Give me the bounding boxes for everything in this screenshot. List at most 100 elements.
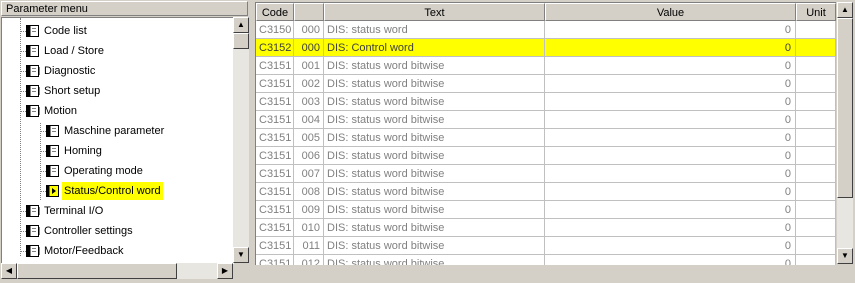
book-play-icon [46,185,59,197]
cell-code: C3151 [256,237,294,255]
tree-item-terminal-i-o[interactable]: +Terminal I/O [2,202,233,220]
table-row[interactable]: C3151 002 DIS: status word bitwise 0 [256,75,836,93]
table-row[interactable]: C3151 007 DIS: status word bitwise 0 [256,165,836,183]
cell-subindex: 000 [294,21,324,39]
cell-unit [796,147,836,165]
cell-subindex: 006 [294,147,324,165]
scroll-up-button[interactable]: ▲ [837,2,853,18]
cell-unit [796,111,836,129]
parameter-table[interactable]: Code Text Value Unit C3150 000 DIS: status… [255,2,836,265]
tree-item-code-list[interactable]: Code list [2,22,233,40]
table-row[interactable]: C3150 000 DIS: status word 0 [256,21,836,39]
table-row[interactable]: C3151 003 DIS: status word bitwise 0 [256,93,836,111]
cell-unit [796,219,836,237]
cell-text: DIS: status word bitwise [324,165,545,183]
cell-code: C3151 [256,93,294,111]
cell-text: DIS: Control word [324,39,545,57]
cell-code: C3150 [256,21,294,39]
cell-unit [796,183,836,201]
scroll-up-button[interactable]: ▲ [233,17,249,33]
book-icon [26,45,39,57]
table-row[interactable]: C3151 008 DIS: status word bitwise 0 [256,183,836,201]
cell-subindex: 003 [294,93,324,111]
cell-code: C3151 [256,165,294,183]
scroll-down-button[interactable]: ▼ [233,247,249,263]
scroll-thumb[interactable] [837,18,853,198]
tree-item-load-store[interactable]: Load / Store [2,42,233,60]
tree-item-maschine-parameter[interactable]: Maschine parameter [2,122,233,140]
table-row[interactable]: C3151 005 DIS: status word bitwise 0 [256,129,836,147]
cell-code: C3151 [256,111,294,129]
cell-code: C3151 [256,219,294,237]
table-row[interactable]: C3151 006 DIS: status word bitwise 0 [256,147,836,165]
tree-item-label: Motion [44,105,78,117]
cell-text: DIS: status word bitwise [324,183,545,201]
cell-code: C3151 [256,183,294,201]
scroll-thumb[interactable] [233,33,249,49]
table-vertical-scrollbar[interactable]: ▲ ▼ [837,2,853,264]
cell-code: C3151 [256,129,294,147]
cell-unit [796,237,836,255]
tree-item-label: Diagnostic [44,65,96,77]
tree-item-status-control-word[interactable]: Status/Control word [2,182,233,200]
cell-value: 0 [545,39,796,57]
scroll-thumb[interactable] [17,263,177,279]
cell-text: DIS: status word bitwise [324,129,545,147]
tree-item-motion[interactable]: −Motion [2,102,233,120]
scroll-right-button[interactable]: ▶ [217,263,233,279]
tree-item-operating-mode[interactable]: Operating mode [2,162,233,180]
tree-item-label: Controller settings [44,225,133,237]
tree-item-diagnostic[interactable]: +Diagnostic [2,62,233,80]
cell-text: DIS: status word bitwise [324,201,545,219]
cell-unit [796,165,836,183]
book-icon [46,125,59,137]
cell-text: DIS: status word bitwise [324,93,545,111]
table-row[interactable]: C3151 011 DIS: status word bitwise 0 [256,237,836,255]
cell-value: 0 [545,237,796,255]
table-row[interactable]: C3151 004 DIS: status word bitwise 0 [256,111,836,129]
cell-text: DIS: status word bitwise [324,111,545,129]
tree-item-label: Status/Control word [62,182,163,200]
cell-unit [796,201,836,219]
parameter-tree[interactable]: Code list Load / Store +Diagnostic +Short s… [1,17,234,264]
table-row[interactable]: C3151 001 DIS: status word bitwise 0 [256,57,836,75]
book-icon [46,145,59,157]
cell-subindex: 005 [294,129,324,147]
column-header-text[interactable]: Text [324,3,545,21]
cell-value: 0 [545,57,796,75]
column-header-unit[interactable]: Unit [796,3,836,21]
parameter-menu-header: Parameter menu [1,1,248,16]
cell-subindex: 007 [294,165,324,183]
cell-text: DIS: status word bitwise [324,75,545,93]
cell-value: 0 [545,93,796,111]
scroll-left-button[interactable]: ◀ [1,263,17,279]
table-row[interactable]: C3152 000 DIS: Control word 0 [256,39,836,57]
cell-code: C3152 [256,39,294,57]
table-row[interactable]: C3151 009 DIS: status word bitwise 0 [256,201,836,219]
tree-horizontal-scrollbar[interactable]: ◀ ▶ [1,263,233,279]
book-icon [46,165,59,177]
cell-code: C3151 [256,255,294,265]
cell-code: C3151 [256,201,294,219]
cell-value: 0 [545,21,796,39]
tree-vertical-scrollbar[interactable]: ▲ ▼ [233,17,249,263]
column-header-subindex[interactable] [294,3,324,21]
column-header-code[interactable]: Code [256,3,294,21]
cell-subindex: 000 [294,39,324,57]
tree-item-motor-feedback[interactable]: +Motor/Feedback [2,242,233,260]
book-icon [26,25,39,37]
table-row[interactable]: C3151 012 DIS: status word bitwise 0 [256,255,836,265]
scroll-down-button[interactable]: ▼ [837,248,853,264]
cell-text: DIS: status word bitwise [324,255,545,265]
cell-subindex: 012 [294,255,324,265]
tree-item-homing[interactable]: Homing [2,142,233,160]
cell-value: 0 [545,201,796,219]
table-row[interactable]: C3151 010 DIS: status word bitwise 0 [256,219,836,237]
tree-item-controller-settings[interactable]: +Controller settings [2,222,233,240]
cell-unit [796,21,836,39]
cell-value: 0 [545,165,796,183]
tree-item-short-setup[interactable]: +Short setup [2,82,233,100]
cell-unit [796,129,836,147]
column-header-value[interactable]: Value [545,3,796,21]
tree-item-label: Load / Store [44,45,104,57]
